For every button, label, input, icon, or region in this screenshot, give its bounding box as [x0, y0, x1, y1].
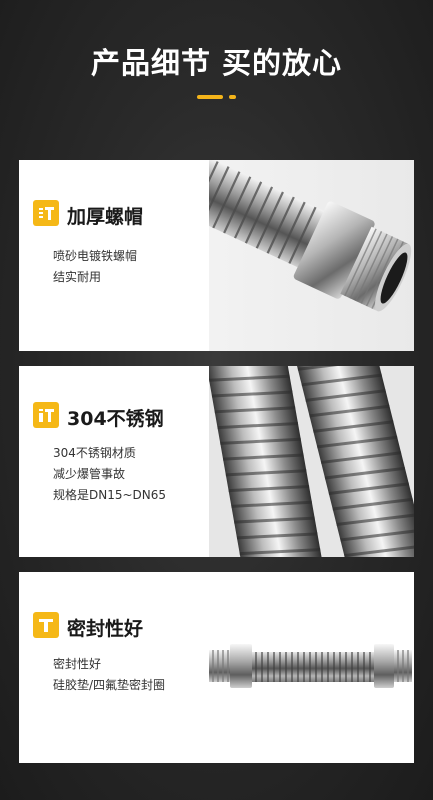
feature-line: 规格是DN15~DN65: [53, 488, 167, 502]
feature-title: 304不锈钢: [67, 408, 164, 430]
feature-line: 硅胶垫/四氟垫密封圈: [53, 678, 166, 692]
section-header: 产品细节 买的放心: [0, 0, 433, 130]
feature-text-area: 304不锈钢 304不锈钢材质 减少爆管事故 规格是DN15~DN65: [19, 366, 209, 557]
feature-title: 密封性好: [67, 618, 144, 640]
feature-card-stainless-steel: 304不锈钢 304不锈钢材质 减少爆管事故 规格是DN15~DN65: [19, 366, 414, 557]
seal-badge-icon: [33, 612, 59, 638]
feature-line: 密封性好: [53, 657, 102, 671]
feature-description: 喷砂电镀铁螺帽 结实耐用: [53, 246, 137, 288]
sealed-hose-photo: [194, 572, 414, 763]
thick-nut-badge-icon: [33, 200, 59, 226]
feature-description: 304不锈钢材质 减少爆管事故 规格是DN15~DN65: [53, 443, 166, 506]
feature-card-thick-nut: 加厚螺帽 喷砂电镀铁螺帽 结实耐用: [19, 160, 414, 351]
feature-title: 加厚螺帽: [67, 206, 144, 228]
feature-line: 结实耐用: [53, 270, 102, 284]
steel-badge-icon: [33, 402, 59, 428]
feature-text-area: 加厚螺帽 喷砂电镀铁螺帽 结实耐用: [19, 160, 209, 351]
feature-description: 密封性好 硅胶垫/四氟垫密封圈: [53, 654, 165, 696]
feature-line: 喷砂电镀铁螺帽: [53, 249, 138, 263]
title-accent-dot: [229, 95, 236, 99]
stainless-hose-photo: [204, 366, 414, 557]
feature-line: 减少爆管事故: [53, 467, 126, 481]
title-accent-bar: [197, 95, 223, 99]
page-title: 产品细节 买的放心: [90, 46, 343, 80]
feature-text-area: 密封性好 密封性好 硅胶垫/四氟垫密封圈: [19, 572, 209, 763]
feature-line: 304不锈钢材质: [53, 446, 136, 460]
feature-card-sealing: 密封性好 密封性好 硅胶垫/四氟垫密封圈: [19, 572, 414, 763]
